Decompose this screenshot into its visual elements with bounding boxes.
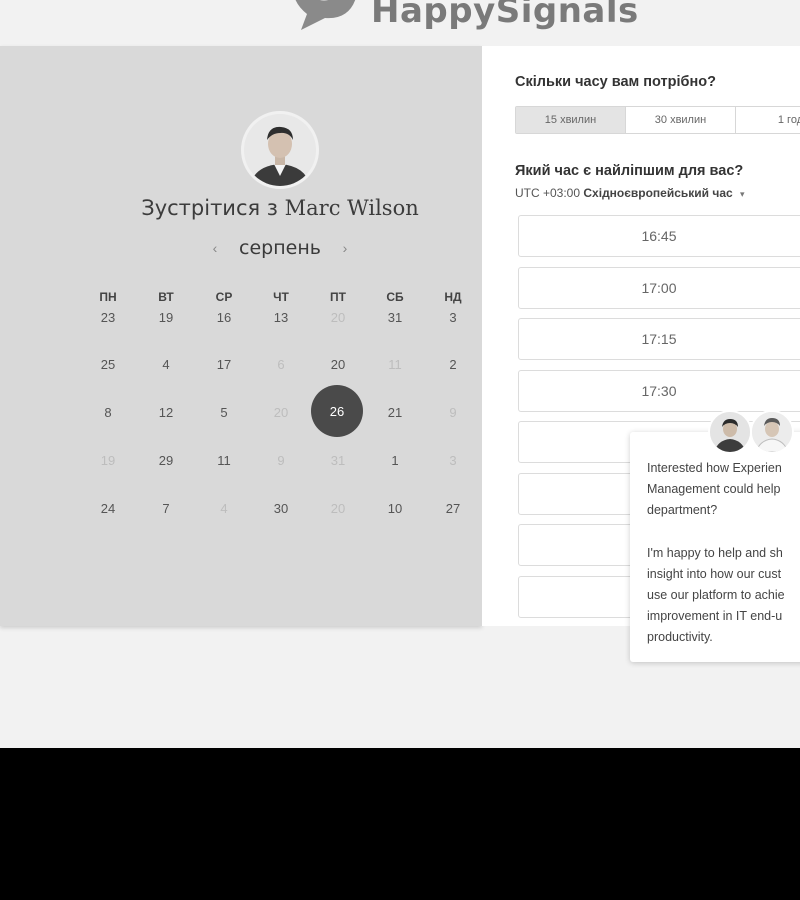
calendar-day[interactable]: 2: [433, 344, 473, 384]
calendar-day[interactable]: 30: [261, 488, 301, 528]
chevron-down-icon: ▾: [740, 189, 745, 199]
calendar-day[interactable]: 27: [433, 488, 473, 528]
person-icon: [710, 412, 750, 452]
calendar-day[interactable]: 12: [146, 392, 186, 432]
calendar-day-disabled: 9: [449, 404, 457, 420]
calendar-day[interactable]: 16: [204, 297, 244, 337]
chat-agent-avatars: [708, 410, 798, 456]
month-navigator: ‹ серпень ›: [205, 236, 355, 260]
chat-message-line: productivity.: [647, 630, 713, 644]
calendar-day[interactable]: 3: [433, 297, 473, 337]
month-label: серпень: [239, 237, 321, 259]
next-month-icon[interactable]: ›: [335, 240, 355, 256]
calendar-day-disabled: 9: [277, 452, 285, 468]
agent-avatar: [750, 410, 794, 454]
calendar-day-disabled: 20: [330, 500, 346, 516]
chat-message-line: improvement in IT end-u: [647, 609, 783, 623]
brand-header: HappySignals: [285, 0, 639, 34]
duration-option-30[interactable]: 30 хвилин: [626, 107, 736, 133]
duration-question: Скільки часу вам потрібно?: [515, 74, 716, 90]
calendar-day[interactable]: 24: [88, 488, 128, 528]
calendar-day[interactable]: 11: [204, 440, 244, 480]
happysignals-logo-icon: [295, 0, 356, 30]
chat-message-line: insight into how our cust: [647, 567, 782, 581]
calendar-day-disabled: 6: [277, 356, 285, 372]
calendar-day-selected[interactable]: 26: [311, 385, 363, 437]
time-slot-button[interactable]: 17:00: [518, 267, 800, 309]
timezone-selector[interactable]: UTC +03:00 Східноєвропейський час ▾: [515, 186, 745, 200]
calendar-day[interactable]: 29: [146, 440, 186, 480]
calendar-day[interactable]: 10: [375, 488, 415, 528]
time-question: Який час є найліпшим для вас?: [515, 163, 744, 179]
calendar-panel: Зустрітися з Marc Wilson ‹ серпень › ПН …: [0, 46, 482, 626]
chat-message-line: Interested how Experien: [647, 461, 782, 475]
calendar-day-disabled: 31: [330, 452, 346, 468]
chat-paragraph-gap: [647, 521, 800, 543]
calendar-day-disabled: 3: [449, 452, 457, 468]
agent-avatar: [708, 410, 752, 454]
calendar-day[interactable]: 31: [375, 297, 415, 337]
calendar-day[interactable]: 21: [375, 392, 415, 432]
chat-message-line: department?: [647, 503, 718, 517]
black-bottom-area: [0, 748, 800, 900]
chat-popup[interactable]: Interested how Experien Management could…: [630, 432, 800, 662]
host-name: Marc Wilson: [284, 196, 419, 220]
time-slot-button[interactable]: 16:45: [518, 215, 800, 257]
host-avatar: [241, 111, 319, 189]
meeting-title: Зустрітися з Marc Wilson: [0, 196, 560, 220]
calendar-day[interactable]: 8: [88, 392, 128, 432]
calendar-day-disabled: 4: [220, 500, 228, 516]
calendar-day[interactable]: 5: [204, 392, 244, 432]
calendar-day[interactable]: 7: [146, 488, 186, 528]
time-slot-button[interactable]: 17:15: [518, 318, 800, 360]
calendar-day-disabled: 19: [100, 452, 116, 468]
brand-name: HappySignals: [371, 0, 639, 31]
chat-message-line: Management could help: [647, 482, 781, 496]
calendar-day-disabled: 20: [330, 309, 346, 325]
calendar-day-disabled: 20: [273, 404, 289, 420]
calendar-day[interactable]: 19: [146, 297, 186, 337]
calendar-day[interactable]: 23: [88, 297, 128, 337]
chat-message-line: use our platform to achie: [647, 588, 785, 602]
duration-selector: 15 хвилин 30 хвилин 1 год: [515, 106, 800, 134]
page: HappySignals Зустрітися з Marc Wilson ‹ …: [0, 0, 800, 748]
previous-month-icon[interactable]: ‹: [205, 240, 225, 256]
person-icon: [752, 412, 792, 452]
calendar-day[interactable]: 4: [146, 344, 186, 384]
duration-option-15[interactable]: 15 хвилин: [516, 107, 626, 133]
calendar-day[interactable]: 25: [88, 344, 128, 384]
time-slot-button[interactable]: 17:30: [518, 370, 800, 412]
calendar-day[interactable]: 13: [261, 297, 301, 337]
timezone-name: Східноєвропейський час: [583, 186, 733, 200]
meeting-title-prefix: Зустрітися з: [141, 196, 285, 220]
calendar-day[interactable]: 20: [318, 344, 358, 384]
calendar-day[interactable]: 17: [204, 344, 244, 384]
calendar-day[interactable]: 1: [375, 440, 415, 480]
duration-option-60[interactable]: 1 год: [736, 107, 800, 133]
timezone-offset: UTC +03:00: [515, 186, 581, 200]
person-icon: [244, 114, 316, 186]
calendar-day-disabled: 11: [388, 356, 402, 372]
chat-message-line: I'm happy to help and sh: [647, 546, 783, 560]
